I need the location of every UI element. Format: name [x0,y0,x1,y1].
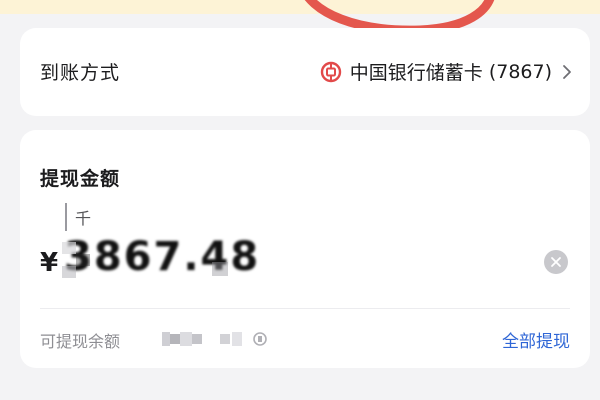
receiving-method-label: 到账方式 [40,62,121,84]
clear-amount-button[interactable] [544,250,568,274]
text-cursor [65,203,67,231]
bank-name: 中国银行储蓄卡 [349,62,483,84]
withdraw-amount-title: 提现金额 [40,168,121,190]
withdraw-amount-input[interactable]: 3867.48 [64,234,260,280]
available-balance-label: 可提现余额 [40,332,121,351]
close-icon [551,257,561,267]
receiving-method-card[interactable]: 到账方式 中国银行储蓄卡 (7867) [20,28,590,116]
withdraw-page: 到账方式 中国银行储蓄卡 (7867) 提现金额 千 ¥ 3867.48 可提现… [0,0,600,400]
withdraw-all-button[interactable]: 全部提现 [502,327,570,352]
unit-hint-text: 千 [75,209,92,228]
divider [40,308,570,309]
receiving-method-selector[interactable]: 中国银行储蓄卡 (7867) [320,58,572,85]
available-balance-mosaic [162,332,267,346]
withdraw-amount-card: 提现金额 千 ¥ 3867.48 可提现余额 全部提现 [20,130,590,368]
amount-unit-hint: 千 [65,202,91,232]
bank-of-china-logo-icon [320,61,342,83]
notice-banner [0,0,600,14]
card-suffix: (7867) [488,60,552,83]
currency-symbol: ¥ [40,248,59,278]
chevron-right-icon [562,64,572,80]
